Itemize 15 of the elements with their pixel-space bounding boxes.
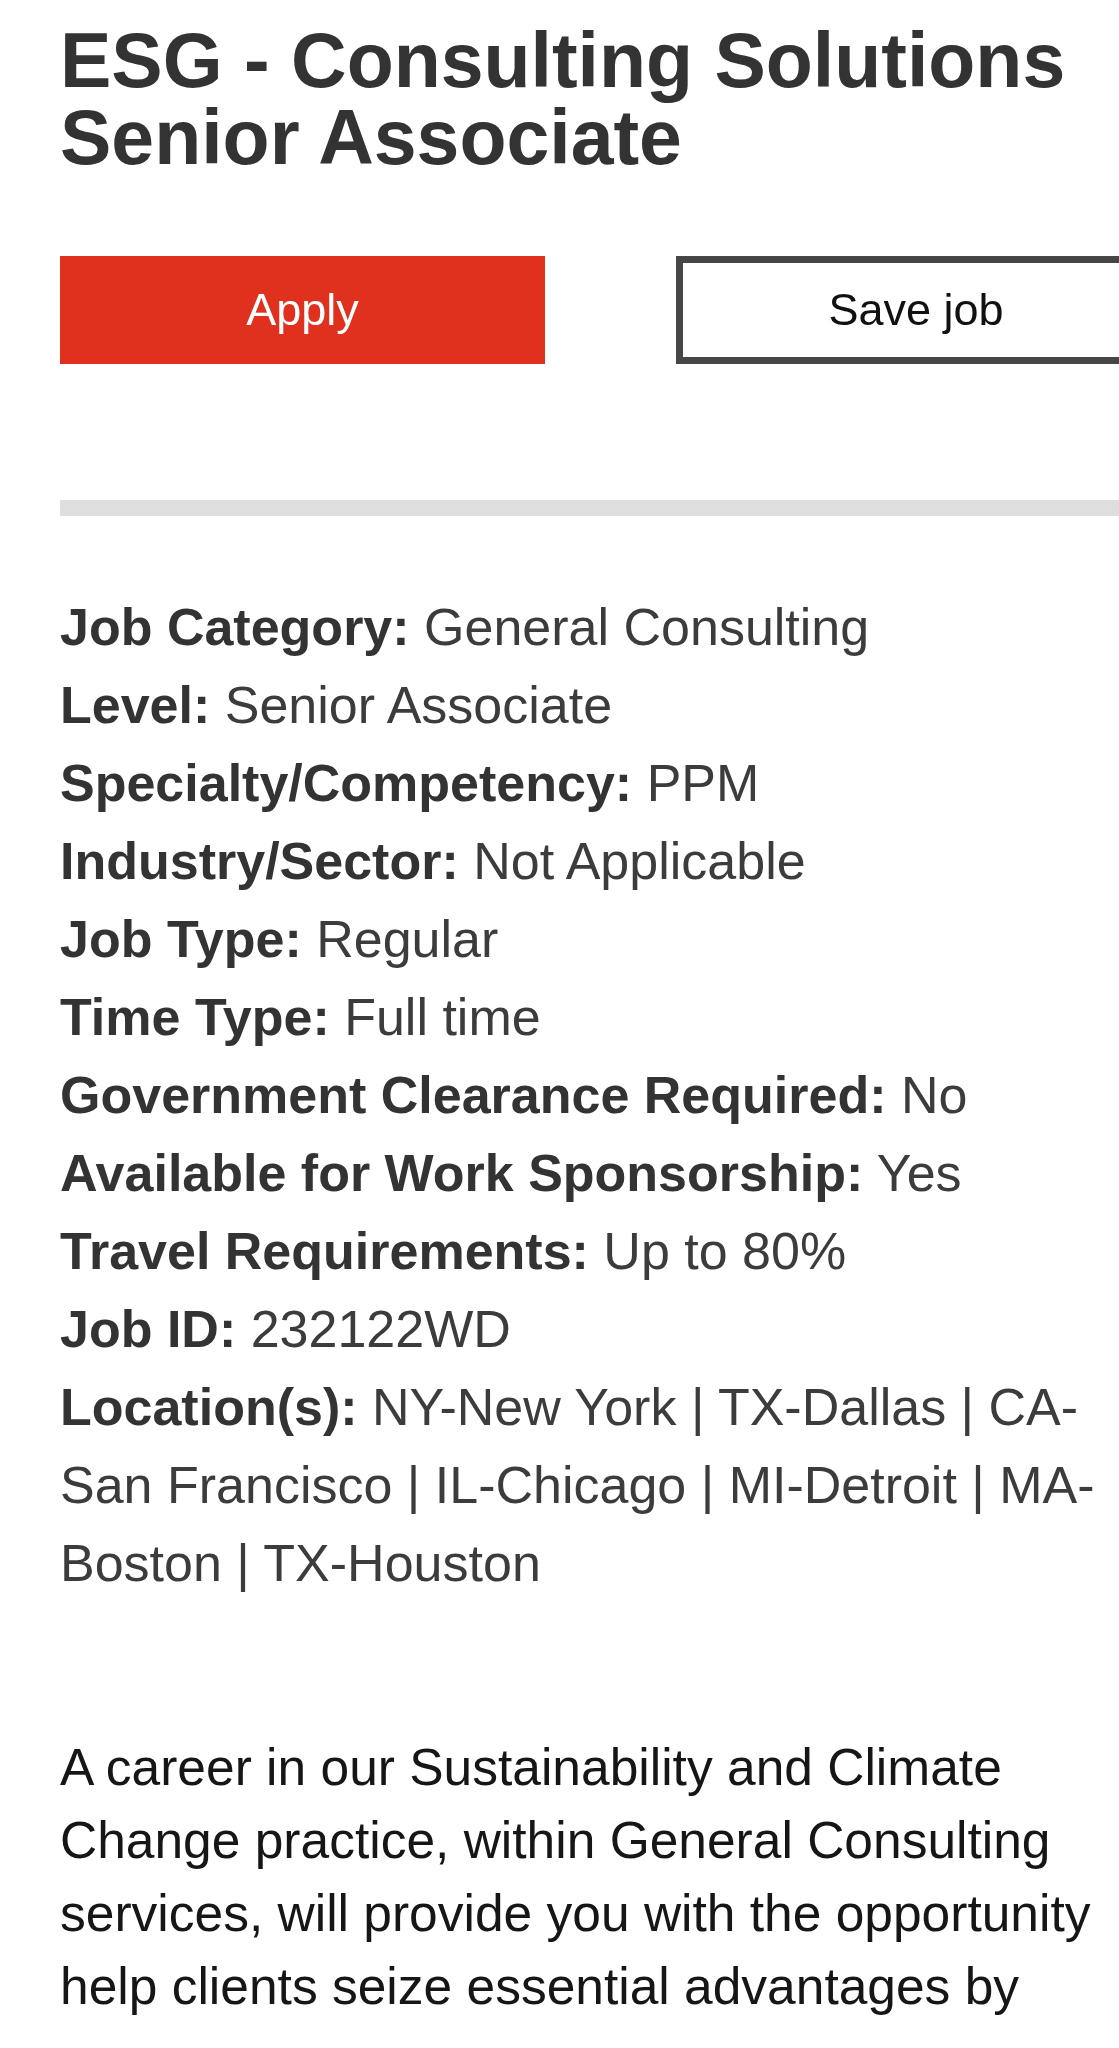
apply-button[interactable]: Apply bbox=[60, 256, 545, 364]
job-title: ESG - Consulting Solutions Senior Associate bbox=[60, 22, 1067, 176]
job-detail-line: Industry/Sector: Not Applicable bbox=[60, 831, 806, 892]
job-detail-line: Available for Work Sponsorship: Yes bbox=[60, 1143, 962, 1204]
job-detail-line: Job Category: General Consulting bbox=[60, 597, 870, 658]
job-detail-line: Specialty/Competency: PPM bbox=[60, 753, 760, 814]
job-detail-line: Level: Senior Associate bbox=[60, 675, 613, 736]
job-detail-line: Job Type: Regular bbox=[60, 909, 499, 970]
job-detail-line: Location(s): NY-New York | TX-Dallas | CA-San Francisco | IL-Chicago | MI-Detroit | MA-Boston | TX-Houston bbox=[60, 1377, 1096, 1594]
job-detail-line: Time Type: Full time bbox=[60, 987, 541, 1048]
job-detail-line: Government Clearance Required: No bbox=[60, 1065, 968, 1126]
job-detail-line: Travel Requirements: Up to 80% bbox=[60, 1221, 847, 1282]
save-job-button[interactable]: Save job bbox=[676, 256, 1119, 364]
job-detail-line: Job ID: 232122WD bbox=[60, 1299, 511, 1360]
job-description-paragraph: A career in our Sustainability and Climate Change practice, within General Consulting services, will provide you with the opportunity help clients seize essential advantages by bbox=[60, 1737, 1092, 2017]
